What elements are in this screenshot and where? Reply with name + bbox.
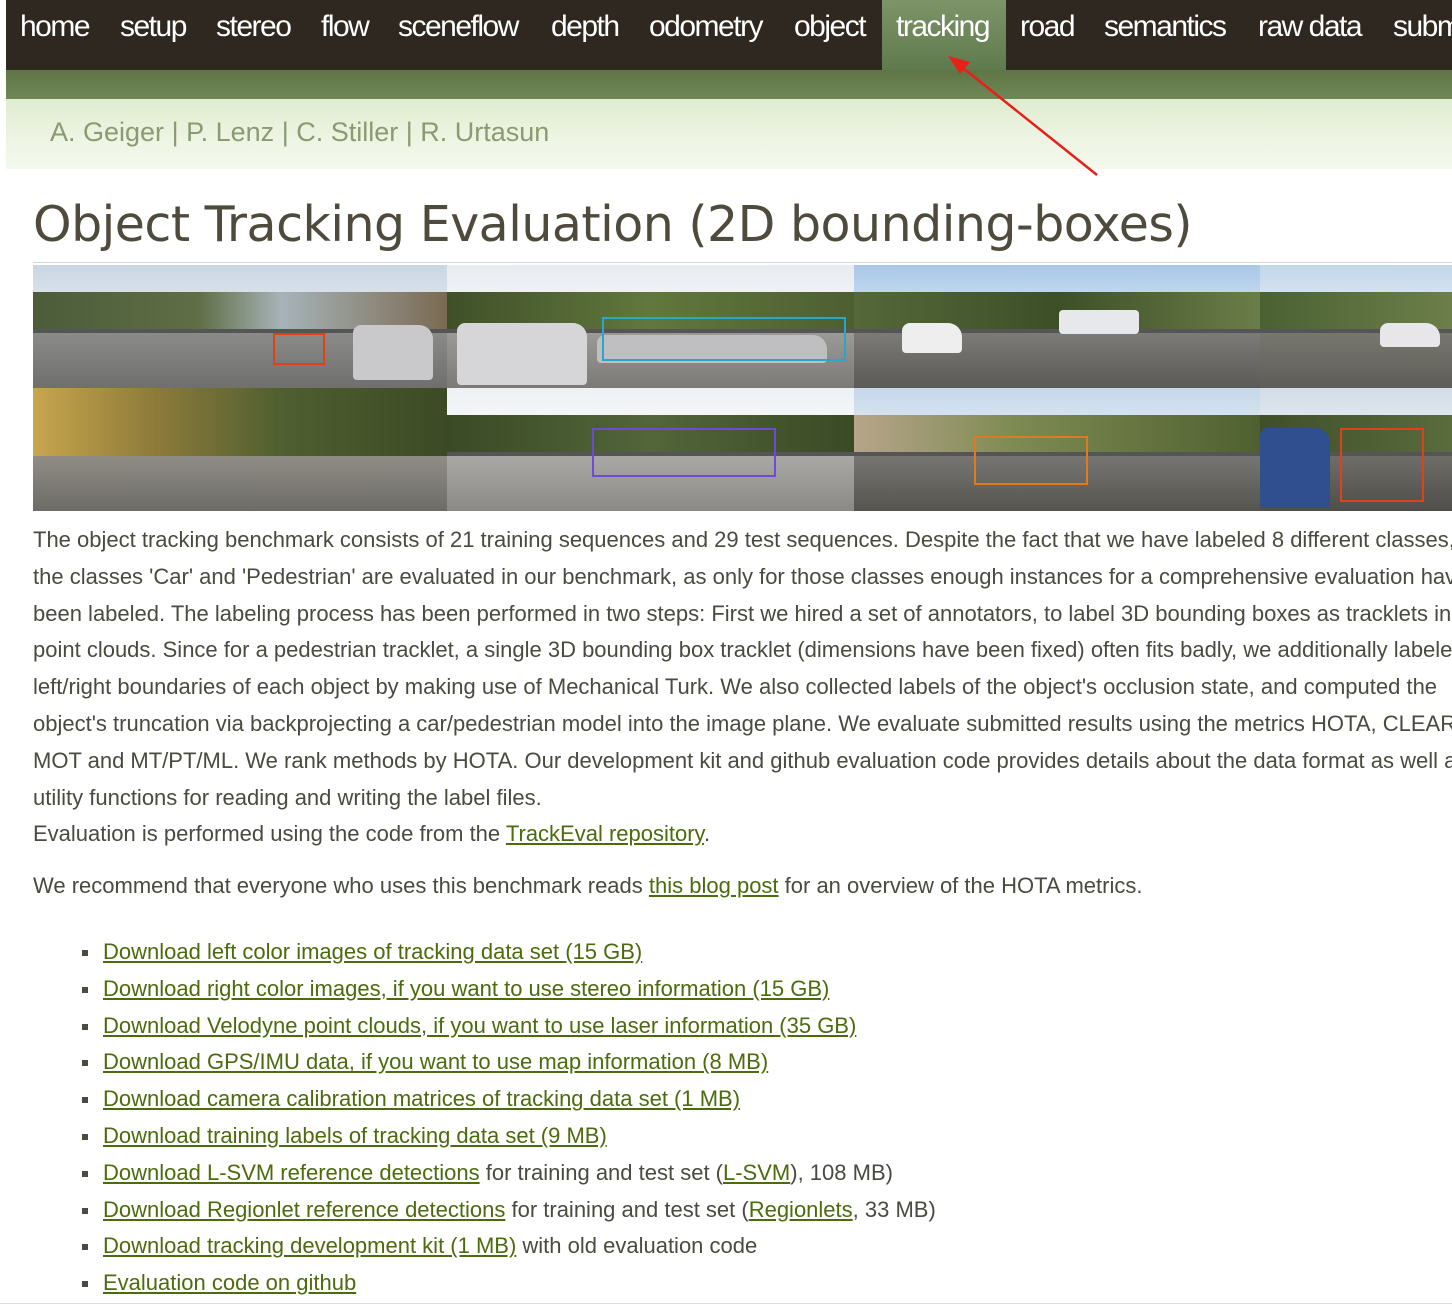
download-item: Download right color images, if you want… — [80, 971, 936, 1008]
description-line: left/right boundaries of each object by … — [33, 674, 1438, 700]
download-velodyne-link[interactable]: Download Velodyne point clouds, if you w… — [103, 1013, 856, 1038]
example-image — [33, 388, 447, 511]
download-item: Download left color images of tracking d… — [80, 934, 936, 971]
recommendation: We recommend that everyone who uses this… — [33, 873, 1142, 899]
download-left-images-link[interactable]: Download left color images of tracking d… — [103, 939, 642, 964]
example-image — [854, 388, 1260, 511]
download-item-text: for training and test set ( — [505, 1196, 749, 1222]
bullet-icon — [82, 1281, 88, 1288]
description-line: point clouds. Since for a pedestrian tra… — [33, 637, 1452, 663]
download-item: Download training labels of tracking dat… — [80, 1118, 936, 1155]
download-item: Download tracking development kit (1 MB)… — [80, 1228, 936, 1265]
evaluation-note-prefix: Evaluation is performed using the code f… — [33, 821, 506, 847]
bullet-icon — [82, 1244, 88, 1251]
recommendation-suffix: for an overview of the HOTA metrics. — [778, 873, 1143, 898]
download-item: Download GPS/IMU data, if you want to us… — [80, 1044, 936, 1081]
download-regionlet-link[interactable]: Download Regionlet reference detections — [103, 1197, 505, 1222]
bullet-icon — [82, 950, 88, 956]
evaluation-note: Evaluation is performed using the code f… — [33, 816, 1452, 853]
lsvm-link[interactable]: L-SVM — [723, 1160, 790, 1185]
download-lsvm-link[interactable]: Download L-SVM reference detections — [103, 1160, 480, 1185]
downloads-list: Download left color images of tracking d… — [80, 934, 936, 1302]
trackeval-link[interactable]: TrackEval repository — [506, 821, 704, 846]
tracking-example-images — [33, 265, 1452, 511]
download-item-text: , 33 MB) — [852, 1196, 936, 1222]
download-devkit-link[interactable]: Download tracking development kit (1 MB) — [103, 1233, 516, 1258]
example-image — [33, 265, 447, 388]
download-right-images-link[interactable]: Download right color images, if you want… — [103, 976, 829, 1001]
download-gps-imu-link[interactable]: Download GPS/IMU data, if you want to us… — [103, 1049, 768, 1074]
download-item: Download L-SVM reference detections for … — [80, 1155, 936, 1192]
example-image — [447, 265, 854, 388]
bullet-icon — [82, 1207, 88, 1214]
github-eval-code-link[interactable]: Evaluation code on github — [103, 1270, 356, 1295]
download-item: Evaluation code on github — [80, 1265, 936, 1302]
description-line: utility functions for reading and writin… — [33, 784, 542, 810]
description-line: MOT and MT/PT/ML. We rank methods by HOT… — [33, 747, 1452, 773]
download-training-labels-link[interactable]: Download training labels of tracking dat… — [103, 1123, 607, 1148]
annotation-arrow-icon — [948, 56, 1098, 176]
download-calibration-link[interactable]: Download camera calibration matrices of … — [103, 1086, 740, 1111]
description-line: been labeled. The labeling process has b… — [33, 600, 1452, 626]
download-item: Download Velodyne point clouds, if you w… — [80, 1008, 936, 1045]
description-line: The object tracking benchmark consists o… — [33, 527, 1452, 552]
bullet-icon — [82, 1170, 88, 1177]
description: The object tracking benchmark consists o… — [33, 522, 1452, 853]
example-image — [1260, 265, 1452, 388]
evaluation-note-suffix: . — [703, 821, 711, 847]
download-item: Download Regionlet reference detections … — [80, 1192, 936, 1229]
example-image — [1260, 388, 1452, 511]
download-item-text: ), 108 MB) — [790, 1159, 893, 1185]
example-image — [854, 265, 1260, 388]
title-divider — [33, 262, 1452, 263]
recommendation-prefix: We recommend that everyone who uses this… — [33, 873, 649, 898]
page-title: Object Tracking Evaluation (2D bounding-… — [33, 196, 1193, 253]
regionlets-link[interactable]: Regionlets — [749, 1197, 853, 1222]
bullet-icon — [82, 1060, 88, 1067]
bullet-icon — [82, 1097, 88, 1104]
download-item: Download camera calibration matrices of … — [80, 1081, 936, 1118]
page-bottom-divider — [0, 1303, 1452, 1304]
download-item-text: with old evaluation code — [516, 1233, 758, 1259]
bullet-icon — [82, 1133, 88, 1140]
description-line: object's truncation via backprojecting a… — [33, 710, 1452, 736]
bullet-icon — [82, 1023, 88, 1030]
blog-post-link[interactable]: this blog post — [649, 873, 779, 898]
example-image — [447, 388, 854, 511]
description-line: the classes 'Car' and 'Pedestrian' are e… — [33, 563, 1452, 589]
bullet-icon — [82, 986, 88, 993]
download-item-text: for training and test set ( — [479, 1159, 723, 1185]
